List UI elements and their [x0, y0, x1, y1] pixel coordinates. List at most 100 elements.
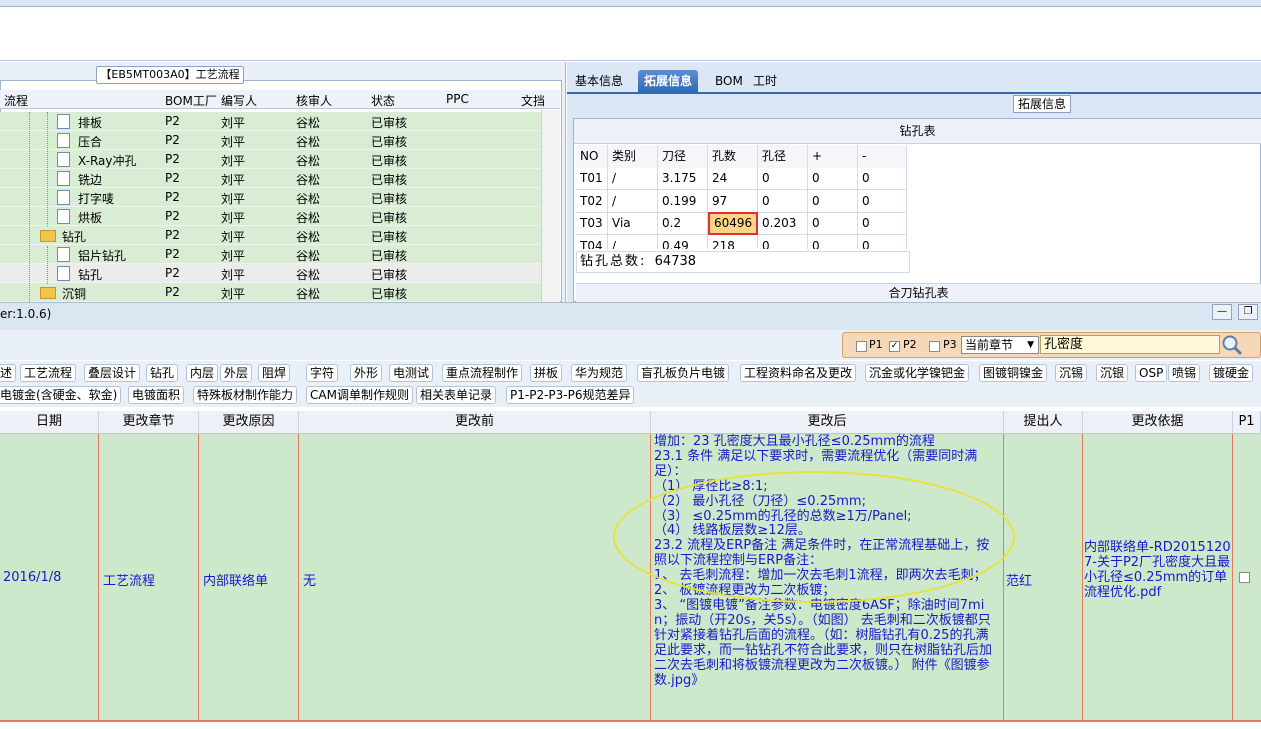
drill-row[interactable]: T02/0.199 97 0 0 0	[576, 189, 907, 213]
category-tab[interactable]: CAM调单制作规则	[306, 386, 413, 404]
drill-header-row: NO 类别 刀径 孔数 孔径 + -	[576, 145, 907, 168]
category-tab[interactable]: 相关表单记录	[416, 386, 497, 404]
reason-text: 内部联络单	[203, 574, 269, 589]
drill-cell: 0	[858, 212, 907, 235]
category-tab[interactable]: 字符	[306, 364, 339, 382]
category-tab[interactable]: 外形	[350, 364, 383, 382]
col-basis[interactable]: 更改依据	[1083, 411, 1233, 434]
category-tab[interactable]: 内层	[186, 364, 219, 382]
col-chapter[interactable]: 更改章节	[99, 411, 199, 434]
tree-cell-name: X-Ray冲孔	[78, 154, 137, 168]
category-tab[interactable]: 镀硬金	[1209, 364, 1254, 382]
col-ppc[interactable]: PPC	[446, 92, 469, 106]
drill-table-title: 钻孔表	[574, 119, 1261, 144]
tree-row[interactable]: 排板 P2 刘平 谷松 已审核	[0, 112, 541, 131]
tree-row[interactable]: 沉铜 P2 刘平 谷松 已审核	[0, 283, 541, 302]
tree-cell-reviewer: 谷松	[296, 116, 321, 130]
scope-select[interactable]: 当前章节 ▼	[961, 336, 1039, 354]
category-tab[interactable]: 沉金或化学镍钯金	[865, 364, 970, 382]
p1-row-checkbox[interactable]	[1239, 572, 1250, 583]
p3-checkbox[interactable]	[929, 341, 940, 352]
col-reviewer[interactable]: 核审人	[296, 92, 332, 109]
minimize-icon[interactable]: —	[1212, 304, 1232, 320]
drill-row[interactable]: T03 Via 0.2 60496 0.203 0 0	[576, 212, 907, 235]
col-p1[interactable]: P1	[1233, 411, 1261, 434]
tree-cell-bom: P2	[165, 152, 180, 166]
col-bom[interactable]: BOM工厂	[165, 92, 217, 109]
tree-cell-name: 钻孔	[78, 268, 103, 282]
tree-cell-writer: 刘平	[221, 230, 246, 244]
col-date[interactable]: 日期	[0, 411, 99, 434]
tree-row[interactable]: 打字唛 P2 刘平 谷松 已审核	[0, 188, 541, 207]
category-tab[interactable]: 沉银	[1096, 364, 1129, 382]
tree-row[interactable]: 钻孔 P2 刘平 谷松 已审核	[0, 226, 541, 245]
tree-cell-name: 铣边	[78, 173, 103, 187]
tree-scrollbar[interactable]	[541, 110, 560, 302]
category-tab[interactable]: 叠层设计	[84, 364, 141, 382]
tree-cell-status: 已审核	[371, 154, 408, 168]
category-tab[interactable]: 沉锡	[1055, 364, 1088, 382]
proposer-text: 范红	[1006, 574, 1033, 589]
category-tab[interactable]: 电测试	[389, 364, 434, 382]
col-writer[interactable]: 编写人	[221, 92, 257, 109]
drill-row[interactable]: T01/3.175 24 0 0 0	[576, 167, 907, 190]
file-icon	[57, 190, 70, 205]
tree-row[interactable]: 钻孔 P2 刘平 谷松 已审核	[0, 264, 541, 283]
category-tab[interactable]: 钻孔	[146, 364, 179, 382]
category-tab[interactable]: 电镀面积	[128, 386, 185, 404]
tree-cell-name: 铝片钻孔	[78, 249, 127, 263]
category-tab[interactable]: 喷锡	[1168, 364, 1201, 382]
col-reason[interactable]: 更改原因	[199, 411, 299, 434]
tab-extended-info[interactable]: 拓展信息	[638, 70, 699, 94]
chevron-down-icon: ▼	[1027, 340, 1034, 350]
restore-icon[interactable]: ❐	[1238, 304, 1258, 320]
col-doc[interactable]: 文挡	[521, 92, 545, 109]
category-tab[interactable]: 阻焊	[258, 364, 291, 382]
tree-row[interactable]: 铝片钻孔 P2 刘平 谷松 已审核	[0, 245, 541, 264]
category-tab[interactable]: 重点流程制作	[442, 364, 523, 382]
drill-cell: 0.2	[658, 212, 708, 235]
tab-basic-info[interactable]: 基本信息	[569, 70, 629, 94]
tab-work-hours[interactable]: 工时	[747, 70, 783, 94]
category-tab[interactable]: 特殊板材制作能力	[193, 386, 298, 404]
drill-row[interactable]: T04/0.49 218 0 0 0	[576, 234, 907, 249]
col-before[interactable]: 更改前	[299, 411, 651, 434]
category-tab[interactable]: 图镀铜镍金	[979, 364, 1048, 382]
p1-checkbox[interactable]	[856, 341, 867, 352]
tree-row[interactable]: 铣边 P2 刘平 谷松 已审核	[0, 169, 541, 188]
tree-cell-name: 打字唛	[78, 192, 115, 206]
category-tab[interactable]: 拼板	[530, 364, 563, 382]
drill-col-header: +	[808, 145, 858, 168]
category-tab[interactable]: 盲孔板负片电镀	[637, 364, 730, 382]
drill-cell: 0	[808, 189, 858, 213]
p3-label: P3	[943, 338, 957, 351]
category-tab[interactable]: OSP	[1135, 364, 1168, 382]
search-button[interactable]	[1220, 333, 1244, 356]
category-tab[interactable]: 华为规范	[571, 364, 628, 382]
col-status[interactable]: 状态	[371, 92, 395, 109]
tree-cell-name: 沉铜	[62, 287, 87, 301]
p2-checkbox[interactable]: ✓	[889, 341, 900, 352]
tree-cell-status: 已审核	[371, 268, 408, 282]
category-tab[interactable]: 工程资料命名及更改	[740, 364, 857, 382]
cell-proposer: 范红	[1004, 434, 1083, 722]
category-tab[interactable]: 工艺流程	[20, 364, 77, 382]
col-flow[interactable]: 流程	[4, 92, 28, 109]
col-after[interactable]: 更改后	[651, 411, 1004, 434]
category-tab[interactable]: 述	[0, 364, 17, 382]
col-proposer[interactable]: 提出人	[1004, 411, 1083, 434]
tree-cell-reviewer: 谷松	[296, 154, 321, 168]
tree-row[interactable]: X-Ray冲孔 P2 刘平 谷松 已审核	[0, 150, 541, 169]
tab-bom[interactable]: BOM	[709, 70, 749, 94]
combined-drill-table-title: 合刀钻孔表	[576, 283, 1261, 302]
category-tab[interactable]: 电镀金(含硬金、软金)	[0, 386, 122, 404]
drill-cell: 0	[858, 234, 907, 249]
tree-row[interactable]: 烘板 P2 刘平 谷松 已审核	[0, 207, 541, 226]
date-text: 2016/1/8	[3, 570, 62, 585]
category-tab[interactable]: P1-P2-P3-P6规范差异	[506, 386, 635, 404]
category-tab[interactable]: 外层	[220, 364, 253, 382]
search-input[interactable]: 孔密度	[1040, 335, 1220, 354]
drill-total-label: 钻孔总数:	[580, 254, 647, 269]
tree-row[interactable]: 压合 P2 刘平 谷松 已审核	[0, 131, 541, 150]
drill-cell: T02	[576, 189, 608, 213]
